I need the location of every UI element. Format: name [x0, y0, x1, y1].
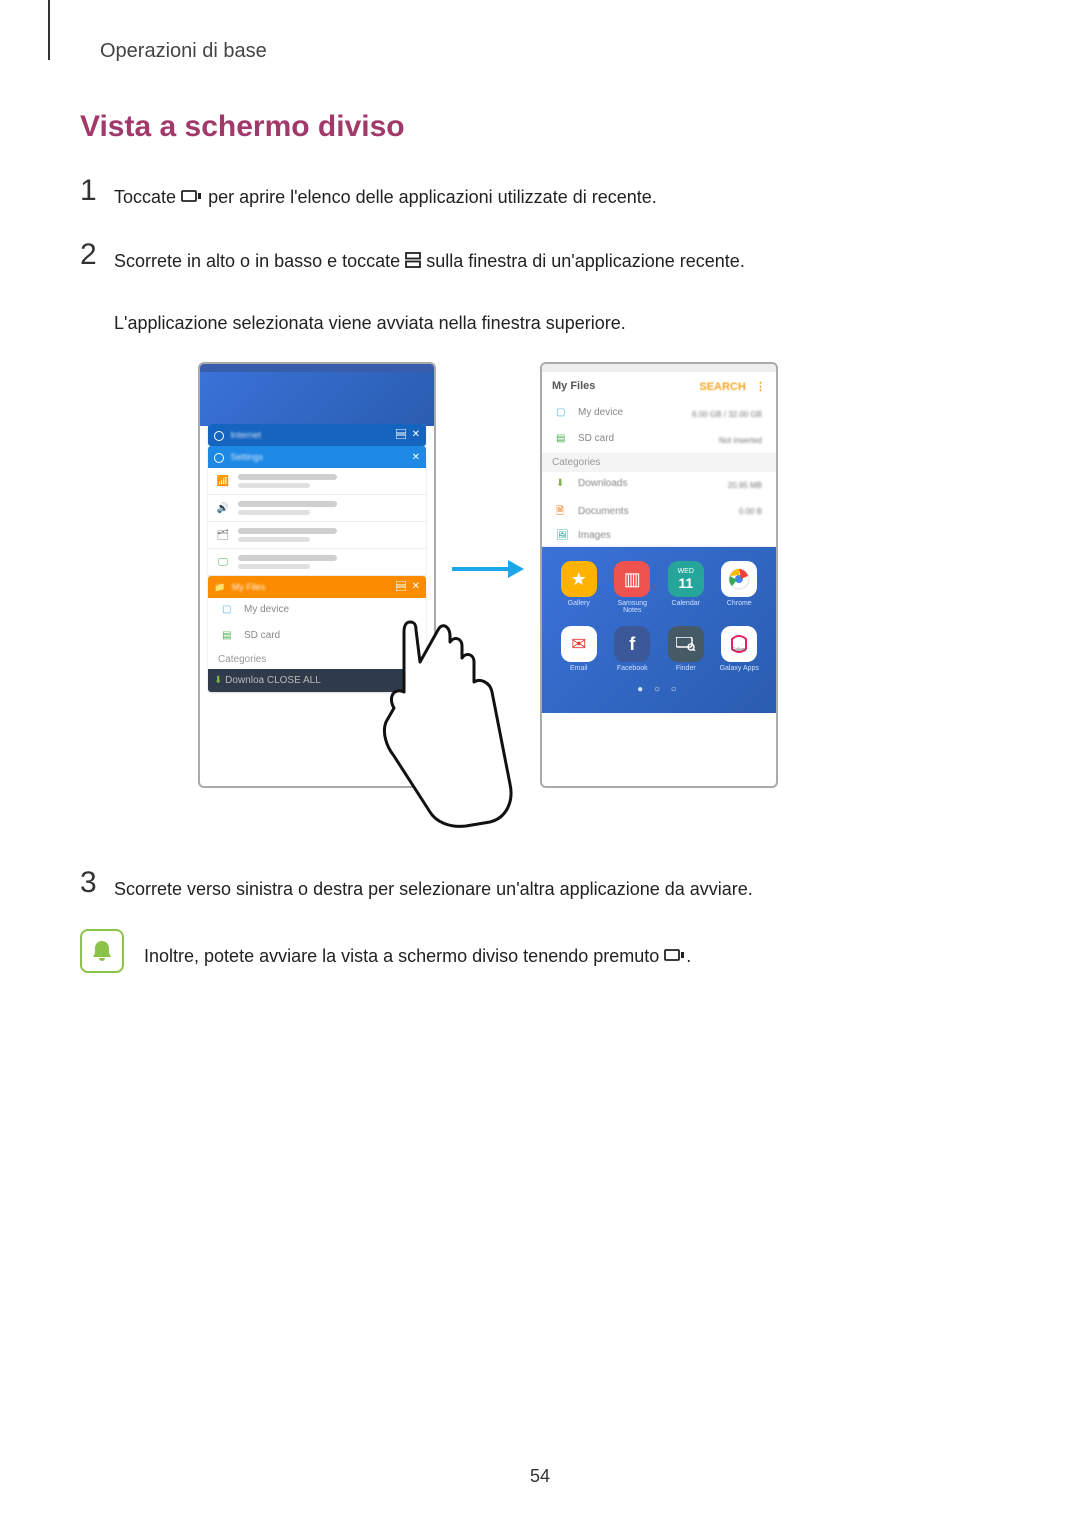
recent-app-3-label: My Files — [232, 582, 266, 592]
r-images: Images — [578, 530, 611, 541]
tip-note: Inoltre, potete avviare la vista a scher… — [80, 929, 920, 973]
more-icon: ⋮ — [755, 381, 766, 393]
step-1: 1 Toccate per aprire l'elenco delle appl… — [80, 174, 920, 214]
gallery-icon: ★ — [561, 561, 597, 597]
step-3: 3 Scorrete verso sinistra o destra per s… — [80, 866, 920, 905]
download-icon: ⬇ — [214, 675, 222, 686]
phone-left: Internet ✕ Settings ✕ — [198, 362, 436, 788]
sdcard-icon: ▤ — [556, 433, 570, 447]
recent-app-2-label: Settings — [231, 452, 264, 462]
svg-text:Galaxy: Galaxy — [731, 647, 747, 653]
r-mydevice: My device — [578, 407, 623, 418]
chrome-icon — [721, 561, 757, 597]
app-galaxy-label: Galaxy Apps — [720, 665, 759, 672]
file-sdcard: SD card — [244, 630, 280, 641]
display-icon: 🖵 — [216, 555, 230, 569]
step-2-text-before: Scorrete in alto o in basso e toccate — [114, 251, 405, 271]
sound-icon: 🔊 — [216, 501, 230, 515]
split-icon — [396, 581, 406, 594]
step-1-text-before: Toccate — [114, 187, 181, 207]
recent-app-1-label: Internet — [231, 430, 262, 440]
folder-icon: 📁 — [214, 582, 225, 592]
categories-label-r: Categories — [542, 453, 776, 472]
step-1-text-after: per aprire l'elenco delle applicazioni u… — [208, 187, 657, 207]
breadcrumb: Operazioni di base — [100, 40, 267, 63]
tip-text-before: Inoltre, potete avviare la vista a scher… — [144, 946, 664, 966]
r-downloads-info: 20.95 MB — [728, 481, 762, 490]
settings-sounds — [238, 501, 337, 507]
arrow-icon — [450, 557, 524, 586]
close-icon: ✕ — [412, 452, 420, 463]
r-sdcard: SD card — [578, 433, 614, 444]
gear-icon — [214, 453, 224, 463]
myfiles-title: My Files — [552, 380, 595, 393]
email-icon: ✉ — [561, 626, 597, 662]
galaxy-apps-icon: Galaxy — [721, 626, 757, 662]
phone-right: My Files SEARCH ⋮ ▢ My device 6.00 GB / 3… — [540, 362, 778, 788]
calendar-icon: WED11 — [668, 561, 704, 597]
documents-icon: 🗎 — [556, 504, 570, 518]
tip-text-after: . — [686, 946, 691, 966]
facebook-icon: f — [614, 626, 650, 662]
r-sdcard-info: Not inserted — [719, 436, 762, 445]
app-finder-label: Finder — [676, 665, 696, 672]
close-icon: ✕ — [412, 429, 420, 442]
app-gallery-label: Gallery — [568, 600, 590, 607]
images-icon: 🖼 — [556, 530, 570, 544]
split-icon — [396, 429, 406, 442]
notes-icon: ▥ — [614, 561, 650, 597]
settings-notifications — [238, 528, 337, 534]
app-email-label: Email — [570, 665, 588, 672]
finder-icon — [668, 626, 704, 662]
pager-dots: ● ○ ○ — [552, 684, 766, 695]
section-title: Vista a schermo diviso — [80, 110, 920, 144]
r-documents: Documents — [578, 506, 629, 517]
settings-connections — [238, 474, 337, 480]
step-3-text: Scorrete verso sinistra o destra per sel… — [114, 866, 753, 905]
categories-label: Categories — [208, 650, 426, 669]
close-all-label: Downloa CLOSE ALL — [225, 675, 321, 686]
sdcard-icon: ▤ — [222, 630, 236, 644]
step-2: 2 Scorrete in alto o in basso e toccate … — [80, 238, 920, 339]
split-view-icon — [405, 247, 421, 278]
illustration: Internet ✕ Settings ✕ — [80, 362, 920, 822]
page-corner-mark — [48, 0, 50, 60]
recent-apps-icon — [181, 183, 203, 214]
page-number: 54 — [530, 1466, 550, 1487]
globe-icon — [214, 431, 224, 441]
file-mydevice: My device — [244, 604, 289, 615]
device-icon: ▢ — [222, 604, 236, 618]
notifications-icon: 🗂 — [216, 528, 230, 542]
app-chrome-label: Chrome — [727, 600, 752, 607]
r-documents-info: 0.00 B — [739, 507, 762, 516]
step-3-number: 3 — [80, 866, 114, 900]
r-mydevice-info: 6.00 GB / 32.00 GB — [692, 410, 762, 419]
close-icon: ✕ — [412, 581, 420, 594]
search-label: SEARCH — [699, 381, 745, 393]
step-1-number: 1 — [80, 174, 114, 208]
device-icon: ▢ — [556, 407, 570, 421]
connections-icon: 📶 — [216, 474, 230, 488]
settings-display — [238, 555, 337, 561]
app-notes-label: Samsung Notes — [608, 600, 656, 614]
bell-icon — [80, 929, 124, 973]
step-2-line2: L'applicazione selezionata viene avviata… — [114, 313, 626, 333]
step-2-text-after: sulla finestra di un'applicazione recent… — [426, 251, 745, 271]
download-icon: ⬇ — [556, 478, 570, 492]
r-downloads: Downloads — [578, 478, 627, 489]
step-2-number: 2 — [80, 238, 114, 272]
recent-apps-icon — [664, 942, 686, 973]
app-calendar-label: Calendar — [672, 600, 700, 607]
app-facebook-label: Facebook — [617, 665, 648, 672]
